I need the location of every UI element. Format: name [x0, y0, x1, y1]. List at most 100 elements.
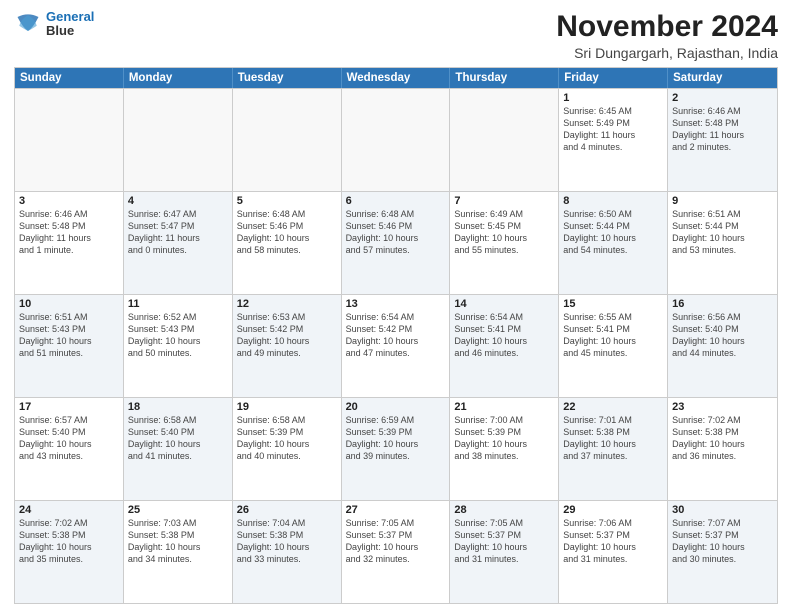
- day-number: 26: [237, 504, 337, 516]
- day-number: 24: [19, 504, 119, 516]
- day-number: 10: [19, 298, 119, 310]
- day-number: 1: [563, 92, 663, 104]
- calendar-cell: 21Sunrise: 7:00 AM Sunset: 5:39 PM Dayli…: [450, 398, 559, 500]
- day-info: Sunrise: 7:05 AM Sunset: 5:37 PM Dayligh…: [454, 517, 554, 566]
- calendar-week: 3Sunrise: 6:46 AM Sunset: 5:48 PM Daylig…: [15, 191, 777, 294]
- calendar-cell: 29Sunrise: 7:06 AM Sunset: 5:37 PM Dayli…: [559, 501, 668, 603]
- calendar-cell: 17Sunrise: 6:57 AM Sunset: 5:40 PM Dayli…: [15, 398, 124, 500]
- calendar-cell: 28Sunrise: 7:05 AM Sunset: 5:37 PM Dayli…: [450, 501, 559, 603]
- calendar-header-cell: Saturday: [668, 68, 777, 88]
- day-number: 20: [346, 401, 446, 413]
- calendar-cell: 24Sunrise: 7:02 AM Sunset: 5:38 PM Dayli…: [15, 501, 124, 603]
- calendar-cell: [124, 89, 233, 191]
- day-info: Sunrise: 7:06 AM Sunset: 5:37 PM Dayligh…: [563, 517, 663, 566]
- calendar-cell: 9Sunrise: 6:51 AM Sunset: 5:44 PM Daylig…: [668, 192, 777, 294]
- day-info: Sunrise: 6:51 AM Sunset: 5:44 PM Dayligh…: [672, 208, 773, 257]
- day-number: 17: [19, 401, 119, 413]
- calendar-cell: 18Sunrise: 6:58 AM Sunset: 5:40 PM Dayli…: [124, 398, 233, 500]
- day-info: Sunrise: 6:48 AM Sunset: 5:46 PM Dayligh…: [346, 208, 446, 257]
- calendar-cell: 23Sunrise: 7:02 AM Sunset: 5:38 PM Dayli…: [668, 398, 777, 500]
- day-number: 15: [563, 298, 663, 310]
- day-number: 11: [128, 298, 228, 310]
- calendar-cell: 20Sunrise: 6:59 AM Sunset: 5:39 PM Dayli…: [342, 398, 451, 500]
- day-number: 9: [672, 195, 773, 207]
- calendar-cell: 30Sunrise: 7:07 AM Sunset: 5:37 PM Dayli…: [668, 501, 777, 603]
- day-info: Sunrise: 6:48 AM Sunset: 5:46 PM Dayligh…: [237, 208, 337, 257]
- day-info: Sunrise: 7:00 AM Sunset: 5:39 PM Dayligh…: [454, 414, 554, 463]
- day-number: 19: [237, 401, 337, 413]
- header: General Blue November 2024 Sri Dungargar…: [14, 10, 778, 61]
- day-info: Sunrise: 6:57 AM Sunset: 5:40 PM Dayligh…: [19, 414, 119, 463]
- day-info: Sunrise: 7:04 AM Sunset: 5:38 PM Dayligh…: [237, 517, 337, 566]
- calendar-cell: 6Sunrise: 6:48 AM Sunset: 5:46 PM Daylig…: [342, 192, 451, 294]
- day-info: Sunrise: 6:55 AM Sunset: 5:41 PM Dayligh…: [563, 311, 663, 360]
- calendar-cell: 26Sunrise: 7:04 AM Sunset: 5:38 PM Dayli…: [233, 501, 342, 603]
- logo-line2: Blue: [46, 24, 94, 38]
- calendar-header-cell: Tuesday: [233, 68, 342, 88]
- day-info: Sunrise: 6:53 AM Sunset: 5:42 PM Dayligh…: [237, 311, 337, 360]
- day-number: 18: [128, 401, 228, 413]
- calendar-cell: 8Sunrise: 6:50 AM Sunset: 5:44 PM Daylig…: [559, 192, 668, 294]
- day-number: 3: [19, 195, 119, 207]
- day-number: 28: [454, 504, 554, 516]
- day-number: 7: [454, 195, 554, 207]
- day-number: 4: [128, 195, 228, 207]
- day-number: 5: [237, 195, 337, 207]
- day-info: Sunrise: 6:46 AM Sunset: 5:48 PM Dayligh…: [19, 208, 119, 257]
- calendar-week: 1Sunrise: 6:45 AM Sunset: 5:49 PM Daylig…: [15, 88, 777, 191]
- calendar-cell: 25Sunrise: 7:03 AM Sunset: 5:38 PM Dayli…: [124, 501, 233, 603]
- day-number: 27: [346, 504, 446, 516]
- calendar: SundayMondayTuesdayWednesdayThursdayFrid…: [14, 67, 778, 604]
- calendar-week: 17Sunrise: 6:57 AM Sunset: 5:40 PM Dayli…: [15, 397, 777, 500]
- day-info: Sunrise: 6:56 AM Sunset: 5:40 PM Dayligh…: [672, 311, 773, 360]
- page: General Blue November 2024 Sri Dungargar…: [0, 0, 792, 612]
- day-info: Sunrise: 7:03 AM Sunset: 5:38 PM Dayligh…: [128, 517, 228, 566]
- calendar-header-cell: Monday: [124, 68, 233, 88]
- main-title: November 2024: [556, 10, 778, 43]
- calendar-cell: 16Sunrise: 6:56 AM Sunset: 5:40 PM Dayli…: [668, 295, 777, 397]
- day-number: 12: [237, 298, 337, 310]
- logo: General Blue: [14, 10, 94, 39]
- day-number: 13: [346, 298, 446, 310]
- day-info: Sunrise: 6:50 AM Sunset: 5:44 PM Dayligh…: [563, 208, 663, 257]
- day-info: Sunrise: 6:49 AM Sunset: 5:45 PM Dayligh…: [454, 208, 554, 257]
- calendar-cell: 2Sunrise: 6:46 AM Sunset: 5:48 PM Daylig…: [668, 89, 777, 191]
- subtitle: Sri Dungargarh, Rajasthan, India: [556, 45, 778, 61]
- day-info: Sunrise: 7:07 AM Sunset: 5:37 PM Dayligh…: [672, 517, 773, 566]
- calendar-cell: 19Sunrise: 6:58 AM Sunset: 5:39 PM Dayli…: [233, 398, 342, 500]
- day-number: 14: [454, 298, 554, 310]
- calendar-cell: 4Sunrise: 6:47 AM Sunset: 5:47 PM Daylig…: [124, 192, 233, 294]
- calendar-cell: 5Sunrise: 6:48 AM Sunset: 5:46 PM Daylig…: [233, 192, 342, 294]
- calendar-cell: 10Sunrise: 6:51 AM Sunset: 5:43 PM Dayli…: [15, 295, 124, 397]
- calendar-cell: 15Sunrise: 6:55 AM Sunset: 5:41 PM Dayli…: [559, 295, 668, 397]
- calendar-body: 1Sunrise: 6:45 AM Sunset: 5:49 PM Daylig…: [15, 88, 777, 603]
- calendar-header-cell: Sunday: [15, 68, 124, 88]
- calendar-cell: 7Sunrise: 6:49 AM Sunset: 5:45 PM Daylig…: [450, 192, 559, 294]
- day-info: Sunrise: 6:54 AM Sunset: 5:42 PM Dayligh…: [346, 311, 446, 360]
- day-number: 25: [128, 504, 228, 516]
- logo-text: General Blue: [46, 10, 94, 39]
- day-number: 29: [563, 504, 663, 516]
- title-block: November 2024 Sri Dungargarh, Rajasthan,…: [556, 10, 778, 61]
- calendar-cell: [342, 89, 451, 191]
- day-info: Sunrise: 7:05 AM Sunset: 5:37 PM Dayligh…: [346, 517, 446, 566]
- day-info: Sunrise: 6:58 AM Sunset: 5:40 PM Dayligh…: [128, 414, 228, 463]
- day-number: 2: [672, 92, 773, 104]
- day-info: Sunrise: 6:52 AM Sunset: 5:43 PM Dayligh…: [128, 311, 228, 360]
- calendar-cell: 14Sunrise: 6:54 AM Sunset: 5:41 PM Dayli…: [450, 295, 559, 397]
- day-number: 6: [346, 195, 446, 207]
- calendar-cell: 22Sunrise: 7:01 AM Sunset: 5:38 PM Dayli…: [559, 398, 668, 500]
- day-info: Sunrise: 6:47 AM Sunset: 5:47 PM Dayligh…: [128, 208, 228, 257]
- day-info: Sunrise: 6:45 AM Sunset: 5:49 PM Dayligh…: [563, 105, 663, 154]
- day-info: Sunrise: 7:02 AM Sunset: 5:38 PM Dayligh…: [672, 414, 773, 463]
- logo-line1: General: [46, 9, 94, 24]
- day-info: Sunrise: 6:51 AM Sunset: 5:43 PM Dayligh…: [19, 311, 119, 360]
- calendar-cell: [15, 89, 124, 191]
- calendar-header-cell: Wednesday: [342, 68, 451, 88]
- calendar-cell: 27Sunrise: 7:05 AM Sunset: 5:37 PM Dayli…: [342, 501, 451, 603]
- calendar-header-row: SundayMondayTuesdayWednesdayThursdayFrid…: [15, 68, 777, 88]
- logo-icon: [14, 10, 42, 38]
- day-info: Sunrise: 7:01 AM Sunset: 5:38 PM Dayligh…: [563, 414, 663, 463]
- calendar-cell: 3Sunrise: 6:46 AM Sunset: 5:48 PM Daylig…: [15, 192, 124, 294]
- calendar-week: 10Sunrise: 6:51 AM Sunset: 5:43 PM Dayli…: [15, 294, 777, 397]
